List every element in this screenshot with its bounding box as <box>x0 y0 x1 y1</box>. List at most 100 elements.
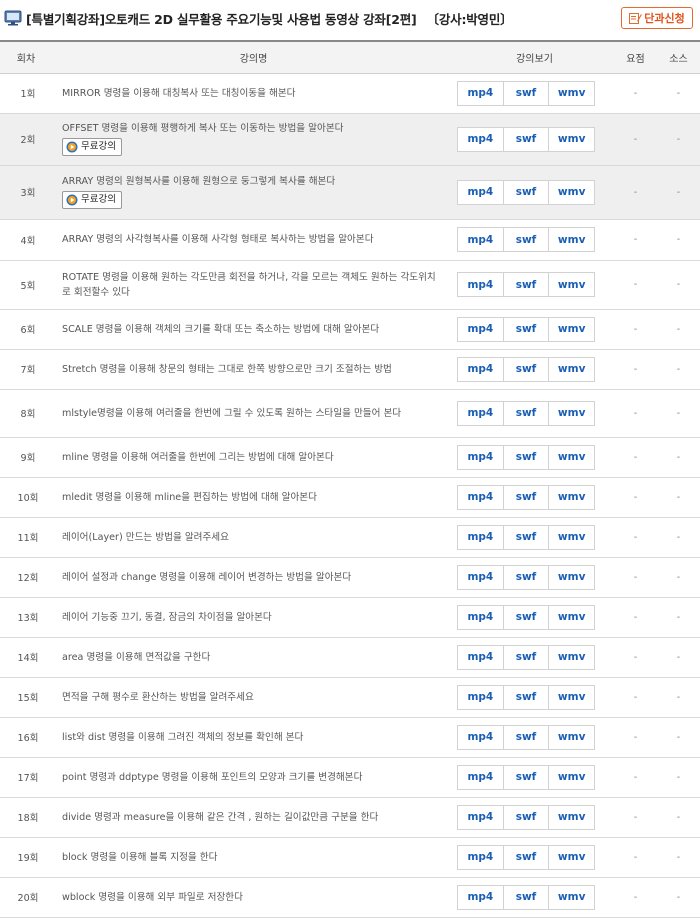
summary-cell: - <box>633 279 638 290</box>
view-cell: mp4 swf wmv <box>455 309 614 349</box>
summary-cell: - <box>633 531 638 543</box>
wmv-button[interactable]: wmv <box>549 604 596 630</box>
wmv-button[interactable]: wmv <box>549 316 596 342</box>
swf-button[interactable]: swf <box>503 126 550 152</box>
monitor-icon <box>4 10 22 26</box>
source-cell: - <box>676 491 681 503</box>
view-cell: mp4 swf wmv <box>455 837 614 877</box>
mp4-button[interactable]: mp4 <box>457 126 504 152</box>
wmv-button[interactable]: wmv <box>549 764 596 790</box>
swf-button[interactable]: swf <box>503 604 550 630</box>
wmv-button[interactable]: wmv <box>549 356 596 382</box>
view-cell: mp4 swf wmv <box>455 165 614 219</box>
summary-cell: - <box>633 731 638 743</box>
swf-button[interactable]: swf <box>503 764 550 790</box>
wmv-button[interactable]: wmv <box>549 272 596 297</box>
swf-button[interactable]: swf <box>503 524 550 550</box>
mp4-button[interactable]: mp4 <box>457 844 504 870</box>
mp4-button[interactable]: mp4 <box>457 444 504 470</box>
lecture-title: mline 명령을 이용해 여러줄을 한번에 그리는 방법에 대해 알아본다 <box>62 451 334 463</box>
view-cell: mp4 swf wmv <box>455 389 614 437</box>
wmv-button[interactable]: wmv <box>549 644 596 670</box>
wmv-button[interactable]: wmv <box>549 724 596 750</box>
view-cell: mp4 swf wmv <box>455 597 614 637</box>
table-row: 8회 mlstyle명령을 이용해 여러줄을 한번에 그릴 수 있도록 원하는 스… <box>0 389 700 437</box>
lecture-cell: block 명령을 이용해 블록 지정을 한다 <box>52 837 455 877</box>
swf-button[interactable]: swf <box>503 316 550 342</box>
summary-cell: - <box>633 363 638 375</box>
mp4-button[interactable]: mp4 <box>457 724 504 750</box>
mp4-button[interactable]: mp4 <box>457 356 504 382</box>
lecture-cell: wblock 명령을 이용해 외부 파일로 저장한다 <box>52 877 455 917</box>
lecture-title: 레이어 설정과 change 명령을 이용해 레이어 변경하는 방법을 알아본다 <box>62 571 352 583</box>
wmv-button[interactable]: wmv <box>549 227 596 252</box>
episode-number: 19회 <box>17 853 39 864</box>
free-lecture-button[interactable]: 무료강의 <box>62 137 122 156</box>
column-header-title: 강의명 <box>52 40 455 74</box>
table-row: 3회 ARRAY 명령의 원형복사를 이용해 원형으로 둥그렇게 복사를 해본다 무… <box>0 165 700 219</box>
free-lecture-button[interactable]: 무료강의 <box>62 190 122 209</box>
lecture-cell: 레이어 기능중 끄기, 동결, 잠금의 차이점을 알아본다 <box>52 597 455 637</box>
wmv-button[interactable]: wmv <box>549 126 596 152</box>
swf-button[interactable]: swf <box>503 644 550 670</box>
mp4-button[interactable]: mp4 <box>457 684 504 710</box>
mp4-button[interactable]: mp4 <box>457 564 504 590</box>
apply-course-button[interactable]: 단과신청 <box>621 7 693 29</box>
swf-button[interactable]: swf <box>503 356 550 382</box>
episode-number: 17회 <box>17 773 39 784</box>
table-row: 4회 ARRAY 명령의 사각형복사를 이용해 사각형 형태로 복사하는 방법을 … <box>0 219 700 260</box>
wmv-button[interactable]: wmv <box>549 884 596 910</box>
source-cell: - <box>676 851 681 863</box>
wmv-button[interactable]: wmv <box>549 444 596 470</box>
mp4-button[interactable]: mp4 <box>457 227 504 252</box>
table-row: 14회 area 명령을 이용해 면적값을 구한다 mp4 swf wmv - - <box>0 637 700 677</box>
summary-cell: - <box>633 451 638 463</box>
wmv-button[interactable]: wmv <box>549 564 596 590</box>
lecture-title: point 명령과 ddptype 명령을 이용해 포인트의 모양과 크기를 변… <box>62 771 363 783</box>
mp4-button[interactable]: mp4 <box>457 484 504 510</box>
source-cell: - <box>676 407 681 419</box>
wmv-button[interactable]: wmv <box>549 179 596 205</box>
mp4-button[interactable]: mp4 <box>457 272 504 297</box>
swf-button[interactable]: swf <box>503 484 550 510</box>
wmv-button[interactable]: wmv <box>549 804 596 830</box>
course-header: [특별기획강좌]오토캐드 2D 실무활용 주요기능및 사용법 동영상 강좌[2편… <box>0 0 700 38</box>
wmv-button[interactable]: wmv <box>549 80 596 106</box>
mp4-button[interactable]: mp4 <box>457 764 504 790</box>
mp4-button[interactable]: mp4 <box>457 524 504 550</box>
source-cell: - <box>676 186 681 198</box>
mp4-button[interactable]: mp4 <box>457 80 504 106</box>
swf-button[interactable]: swf <box>503 844 550 870</box>
swf-button[interactable]: swf <box>503 684 550 710</box>
play-icon <box>66 194 78 205</box>
summary-cell: - <box>633 811 638 823</box>
mp4-button[interactable]: mp4 <box>457 400 504 426</box>
swf-button[interactable]: swf <box>503 179 550 205</box>
mp4-button[interactable]: mp4 <box>457 884 504 910</box>
swf-button[interactable]: swf <box>503 444 550 470</box>
swf-button[interactable]: swf <box>503 884 550 910</box>
swf-button[interactable]: swf <box>503 400 550 426</box>
wmv-button[interactable]: wmv <box>549 484 596 510</box>
format-button-group: mp4 swf wmv <box>457 644 596 670</box>
summary-cell: - <box>633 87 638 99</box>
wmv-button[interactable]: wmv <box>549 844 596 870</box>
swf-button[interactable]: swf <box>503 724 550 750</box>
mp4-button[interactable]: mp4 <box>457 804 504 830</box>
swf-button[interactable]: swf <box>503 80 550 106</box>
mp4-button[interactable]: mp4 <box>457 604 504 630</box>
wmv-button[interactable]: wmv <box>549 524 596 550</box>
swf-button[interactable]: swf <box>503 272 550 297</box>
swf-button[interactable]: swf <box>503 564 550 590</box>
mp4-button[interactable]: mp4 <box>457 316 504 342</box>
swf-button[interactable]: swf <box>503 227 550 252</box>
mp4-button[interactable]: mp4 <box>457 179 504 205</box>
format-button-group: mp4 swf wmv <box>457 684 596 710</box>
swf-button[interactable]: swf <box>503 804 550 830</box>
table-row: 18회 divide 명령과 measure을 이용해 같은 간격 , 원하는 길… <box>0 797 700 837</box>
summary-cell: - <box>633 323 638 335</box>
wmv-button[interactable]: wmv <box>549 400 596 426</box>
edit-note-icon <box>629 13 643 24</box>
mp4-button[interactable]: mp4 <box>457 644 504 670</box>
wmv-button[interactable]: wmv <box>549 684 596 710</box>
